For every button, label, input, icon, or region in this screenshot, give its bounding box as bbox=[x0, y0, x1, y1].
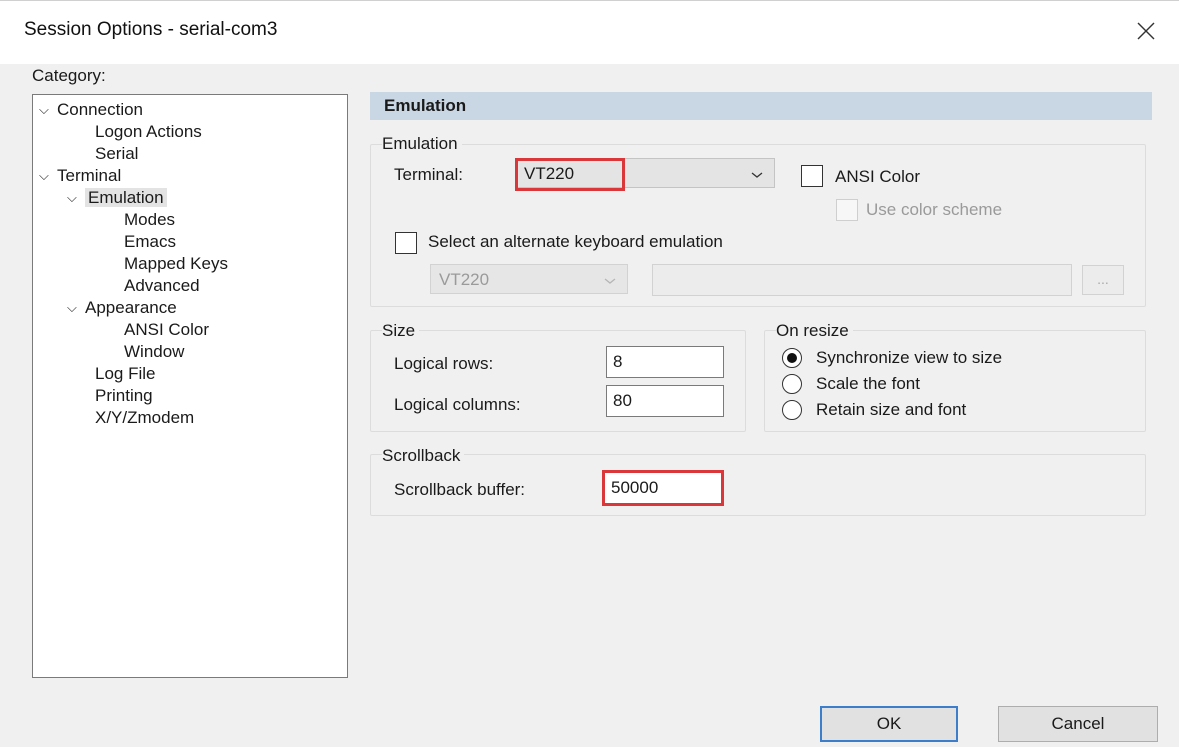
scale-font-label: Scale the font bbox=[816, 374, 920, 393]
title-bar: Session Options - serial-com3 bbox=[0, 0, 1179, 64]
close-icon[interactable] bbox=[1132, 17, 1160, 45]
tree-item-logon-actions[interactable]: Logon Actions bbox=[95, 121, 202, 142]
on-resize-group-title: On resize bbox=[776, 321, 853, 341]
alt-keyboard-path-field[interactable] bbox=[652, 264, 1072, 296]
terminal-label: Terminal: bbox=[394, 165, 463, 184]
scrollback-group-title: Scrollback bbox=[382, 446, 465, 466]
chevron-down-icon bbox=[603, 272, 617, 284]
tree-item-appearance[interactable]: ⌵ Appearance bbox=[67, 297, 177, 318]
logical-columns-input[interactable]: 80 bbox=[606, 385, 724, 417]
tree-item-emacs[interactable]: Emacs bbox=[124, 231, 176, 252]
terminal-dropdown-value: VT220 bbox=[524, 164, 575, 183]
tree-item-modes[interactable]: Modes bbox=[124, 209, 175, 230]
scrollback-buffer-label: Scrollback buffer: bbox=[394, 480, 526, 499]
tree-item-connection[interactable]: ⌵ Connection bbox=[39, 99, 143, 120]
size-group-title: Size bbox=[382, 321, 420, 341]
ansi-color-checkbox[interactable] bbox=[801, 165, 823, 187]
synchronize-view-label: Synchronize view to size bbox=[816, 348, 1003, 367]
retain-size-label: Retain size and font bbox=[816, 400, 967, 419]
tree-item-printing[interactable]: Printing bbox=[95, 385, 153, 406]
chevron-down-icon[interactable]: ⌵ bbox=[39, 165, 57, 186]
alt-keyboard-checkbox[interactable] bbox=[395, 232, 417, 254]
tree-item-emulation[interactable]: ⌵ Emulation bbox=[67, 187, 167, 208]
ansi-color-label: ANSI Color bbox=[835, 167, 921, 186]
chevron-down-icon[interactable]: ⌵ bbox=[67, 187, 85, 208]
window-title: Session Options - serial-com3 bbox=[24, 19, 278, 40]
tree-item-xyzmodem[interactable]: X/Y/Zmodem bbox=[95, 407, 194, 428]
chevron-down-icon[interactable]: ⌵ bbox=[67, 297, 85, 318]
browse-button[interactable]: ... bbox=[1082, 265, 1124, 295]
scrollback-buffer-input[interactable]: 50000 bbox=[604, 472, 722, 504]
ok-button[interactable]: OK bbox=[820, 706, 958, 742]
section-header-title: Emulation bbox=[384, 96, 467, 115]
cancel-button[interactable]: Cancel bbox=[998, 706, 1158, 742]
chevron-down-icon[interactable]: ⌵ bbox=[39, 99, 57, 120]
alt-keyboard-label: Select an alternate keyboard emulation bbox=[428, 232, 723, 251]
tree-item-advanced[interactable]: Advanced bbox=[124, 275, 200, 296]
logical-columns-label: Logical columns: bbox=[394, 395, 521, 414]
retain-size-radio[interactable] bbox=[782, 400, 802, 420]
alt-keyboard-dropdown-value: VT220 bbox=[439, 270, 490, 289]
synchronize-view-radio[interactable] bbox=[782, 348, 802, 368]
alt-keyboard-dropdown[interactable]: VT220 bbox=[430, 264, 628, 294]
terminal-dropdown[interactable]: VT220 bbox=[515, 158, 775, 188]
tree-item-terminal[interactable]: ⌵ Terminal bbox=[39, 165, 121, 186]
category-label: Category: bbox=[32, 66, 106, 85]
tree-item-ansi-color[interactable]: ANSI Color bbox=[124, 319, 209, 340]
tree-item-window[interactable]: Window bbox=[124, 341, 184, 362]
emulation-group-title: Emulation bbox=[382, 134, 462, 154]
use-color-scheme-checkbox[interactable] bbox=[836, 199, 858, 221]
chevron-down-icon bbox=[750, 166, 764, 178]
tree-item-mapped-keys[interactable]: Mapped Keys bbox=[124, 253, 228, 274]
scale-font-radio[interactable] bbox=[782, 374, 802, 394]
category-tree[interactable]: ⌵ Connection Logon Actions Serial ⌵ Termin… bbox=[32, 94, 348, 678]
use-color-scheme-label: Use color scheme bbox=[866, 200, 1003, 219]
tree-item-log-file[interactable]: Log File bbox=[95, 363, 155, 384]
logical-rows-input[interactable]: 8 bbox=[606, 346, 724, 378]
section-header: Emulation bbox=[370, 92, 1152, 120]
tree-item-serial[interactable]: Serial bbox=[95, 143, 138, 164]
logical-rows-label: Logical rows: bbox=[394, 354, 494, 373]
